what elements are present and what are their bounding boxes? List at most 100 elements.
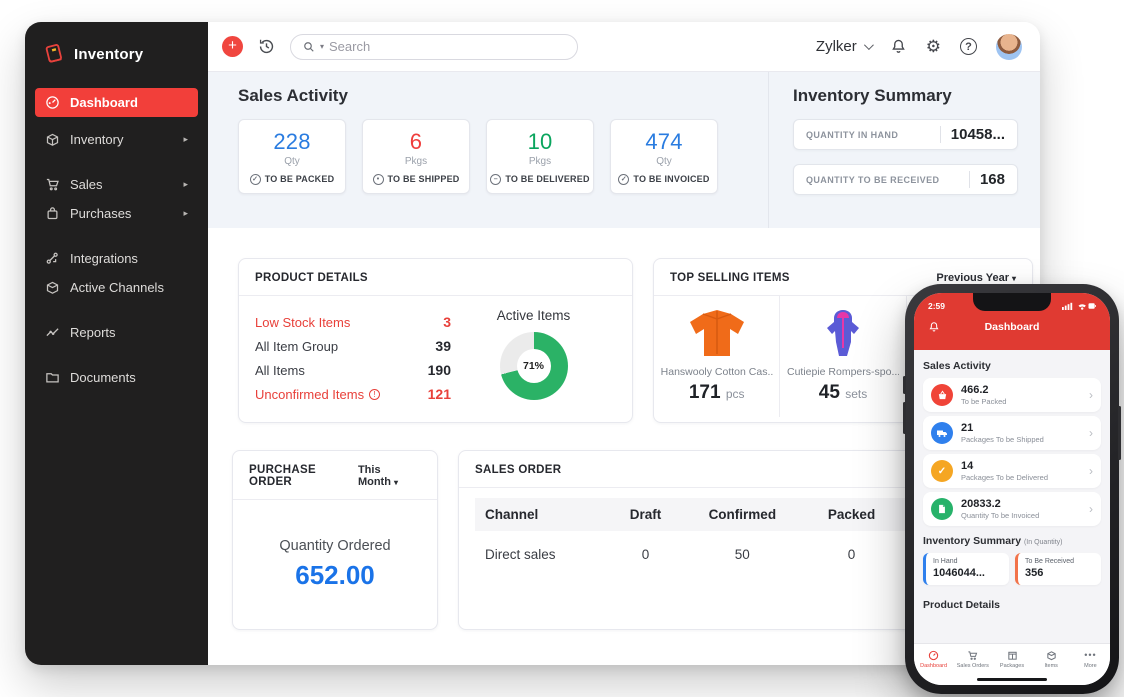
search-input[interactable] <box>329 39 565 54</box>
submenu-arrow-icon: ▸ <box>183 208 188 218</box>
phone-to-be-received-card[interactable]: To Be Received 356 <box>1015 553 1101 585</box>
card-value: 474 <box>645 128 683 154</box>
cell-packed: 0 <box>847 547 856 562</box>
phone-product-details-title: Product Details <box>923 599 1001 611</box>
phone-to-be-packed-item[interactable]: 466.2 To be Packed › <box>923 378 1101 412</box>
sidebar-item-dashboard[interactable]: Dashboard <box>35 88 198 117</box>
to-be-invoiced-card[interactable]: 474 Qty ✓ TO BE INVOICED <box>610 119 718 194</box>
phone-tab-sales-orders[interactable]: Sales Orders <box>953 650 992 669</box>
sidebar-item-label: Active Channels <box>70 280 164 295</box>
item-label: Packages To be Shipped <box>961 435 1044 444</box>
org-selector[interactable]: Zylker <box>816 38 874 55</box>
card-unit: Pkgs <box>528 155 552 167</box>
phone-tab-packages[interactable]: Packages <box>992 650 1031 669</box>
settings-gear-icon[interactable]: ⚙ <box>926 37 941 57</box>
truck-icon <box>931 422 953 444</box>
item-unit: pcs <box>725 387 745 401</box>
phone-tab-dashboard[interactable]: Dashboard <box>914 650 953 669</box>
chevron-right-icon: › <box>1089 502 1093 516</box>
phone-to-be-invoiced-item[interactable]: 20833.2 Quantity To be Invoiced › <box>923 492 1101 526</box>
phone-to-be-delivered-item[interactable]: ✓ 14 Packages To be Delivered › <box>923 454 1101 488</box>
tab-label: More <box>1084 663 1097 669</box>
sidebar-item-documents[interactable]: Documents <box>35 363 198 392</box>
sidebar: Inventory Dashboard Inventory ▸ Sales ▸ <box>25 22 208 665</box>
quantity-to-be-received-row[interactable]: QUANTITY TO BE RECEIVED 168 <box>793 164 1018 195</box>
purchase-order-filter-dropdown[interactable]: This Month ▾ <box>358 464 421 488</box>
product-details-card: PRODUCT DETAILS Low Stock Items 3 All It… <box>238 258 633 423</box>
recent-history-icon[interactable] <box>257 37 276 56</box>
sidebar-item-label: Documents <box>70 370 136 385</box>
card-title: SALES ORDER <box>475 464 562 476</box>
unconfirmed-items-row[interactable]: Unconfirmed Items ! 121 <box>255 382 451 406</box>
check-circle-icon: ✓ <box>249 173 261 185</box>
item-name: Cutiepie Rompers-spo... <box>786 366 899 378</box>
sidebar-item-active-channels[interactable]: Active Channels <box>35 273 198 302</box>
chevron-right-icon: › <box>1089 388 1093 402</box>
top-selling-item[interactable]: Hanswooly Cotton Cas... 171 pcs <box>654 296 781 417</box>
sidebar-item-label: Purchases <box>70 206 132 221</box>
card-value: 1046044... <box>933 567 985 579</box>
sidebar-item-integrations[interactable]: Integrations <box>35 244 198 273</box>
top-selling-filter-dropdown[interactable]: Previous Year ▾ <box>936 272 1016 284</box>
basket-icon <box>931 384 953 406</box>
card-label: TO BE INVOICED <box>633 174 710 184</box>
check-circle-icon: ✓ <box>618 173 630 185</box>
phone-to-be-shipped-item[interactable]: 21 Packages To be Shipped › <box>923 416 1101 450</box>
phone-inventory-summary-title: Inventory Summary (In Quantity) <box>923 535 1063 547</box>
sidebar-item-label: Integrations <box>70 251 138 266</box>
donut-percent: 71% <box>522 360 544 372</box>
phone-in-hand-card[interactable]: In Hand 1046044... <box>923 553 1009 585</box>
row-value: 121 <box>427 386 451 402</box>
app-window: Inventory Dashboard Inventory ▸ Sales ▸ <box>25 22 1040 665</box>
column-header[interactable]: Draft <box>611 498 680 531</box>
app-logo: Inventory <box>25 22 208 82</box>
help-icon[interactable]: ? <box>960 38 977 55</box>
to-be-shipped-card[interactable]: 6 Pkgs • TO BE SHIPPED <box>362 119 470 194</box>
card-title: PRODUCT DETAILS <box>255 272 368 284</box>
dot-circle-icon: • <box>372 173 384 185</box>
cell-channel: Direct sales <box>485 547 556 562</box>
low-stock-items-row[interactable]: Low Stock Items 3 <box>255 310 451 334</box>
column-header[interactable]: Confirmed <box>679 498 805 531</box>
top-selling-item[interactable]: Cutiepie Rompers-spo... 45 sets <box>780 296 907 417</box>
sidebar-item-sales[interactable]: Sales ▸ <box>35 170 198 199</box>
item-name: Hanswooly Cotton Cas... <box>660 366 773 378</box>
all-items-row[interactable]: All Items 190 <box>255 358 451 382</box>
sidebar-item-label: Sales <box>70 177 103 192</box>
phone-tab-items[interactable]: Items <box>1032 650 1071 669</box>
card-label: TO BE PACKED <box>264 174 335 184</box>
sidebar-item-reports[interactable]: Reports <box>35 318 198 347</box>
search-box[interactable]: ▾ <box>290 33 578 60</box>
row-label: All Items <box>255 362 305 378</box>
quick-create-button[interactable]: + <box>222 36 243 57</box>
quantity-ordered-value: 652.00 <box>295 559 375 590</box>
user-avatar[interactable] <box>996 33 1022 60</box>
column-header[interactable]: Packed <box>804 498 899 531</box>
search-scope-caret-icon[interactable]: ▾ <box>320 42 324 51</box>
cell-draft: 0 <box>641 547 650 562</box>
sales-activity-title: Sales Activity <box>238 86 348 105</box>
to-be-packed-card[interactable]: 228 Qty ✓ TO BE PACKED <box>238 119 346 194</box>
to-be-delivered-card[interactable]: 10 Pkgs – TO BE DELIVERED <box>486 119 594 194</box>
all-item-group-row[interactable]: All Item Group 39 <box>255 334 451 358</box>
row-label: QUANTITY IN HAND <box>806 129 899 140</box>
notifications-bell-icon[interactable] <box>890 38 907 55</box>
card-unit: Qty <box>284 155 300 167</box>
row-label: QUANTITY TO BE RECEIVED <box>806 174 940 185</box>
tab-label: Packages <box>999 663 1025 669</box>
cell-confirmed: 50 <box>734 547 750 562</box>
submenu-arrow-icon: ▸ <box>183 179 188 189</box>
card-label: TO BE DELIVERED <box>505 174 590 184</box>
card-label: To Be Received <box>1025 558 1075 565</box>
dashboard-icon <box>45 95 60 110</box>
purchase-order-card: PURCHASE ORDER This Month ▾ Quantity Orde… <box>232 450 438 630</box>
sidebar-item-inventory[interactable]: Inventory ▸ <box>35 125 198 154</box>
page: Inventory Dashboard Inventory ▸ Sales ▸ <box>0 0 1124 697</box>
invoice-icon <box>931 498 953 520</box>
phone-tab-more[interactable]: ••• More <box>1071 650 1110 669</box>
column-header[interactable]: Channel <box>475 498 612 531</box>
quantity-in-hand-row[interactable]: QUANTITY IN HAND 10458... <box>793 119 1018 150</box>
caret-down-icon: ▾ <box>393 478 398 487</box>
inventory-summary-title: Inventory Summary <box>793 86 952 105</box>
sidebar-item-purchases[interactable]: Purchases ▸ <box>35 199 198 228</box>
